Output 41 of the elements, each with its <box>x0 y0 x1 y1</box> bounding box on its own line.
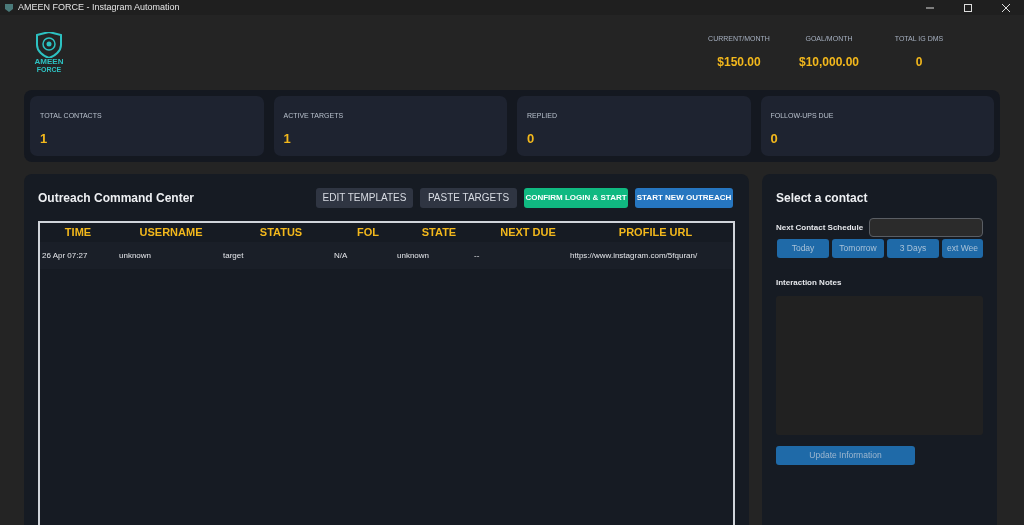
column-header: STATE <box>420 225 458 241</box>
column-header: FOL <box>356 225 380 241</box>
logo-text: AMEEN <box>34 58 64 66</box>
table-cell-text: N/A <box>334 249 349 262</box>
stat-value: $10,000.00 <box>798 53 860 71</box>
toolbar-button[interactable]: START NEW OUTREACH <box>635 187 733 208</box>
quick-date-button[interactable]: 3 Days <box>887 239 939 258</box>
table-cell-text: -- <box>474 249 481 262</box>
column-header: NEXT DUE <box>499 225 557 241</box>
card-value: 1 <box>283 129 292 148</box>
column-header: STATUS <box>258 225 304 241</box>
toolbar-button[interactable]: CONFIRM LOGIN & START <box>524 187 628 208</box>
schedule-input-field[interactable] <box>869 218 983 237</box>
close-icon[interactable] <box>1002 3 1010 12</box>
quick-date-button[interactable]: Today <box>777 239 829 258</box>
column-header: PROFILE URL <box>617 225 694 241</box>
toolbar-button[interactable]: EDIT TEMPLATES <box>316 187 413 208</box>
quick-date-button[interactable]: ext Wee <box>942 239 983 258</box>
card-value: 0 <box>770 129 779 148</box>
field-label: Next Contact Schedule <box>776 221 864 234</box>
column-header: TIME <box>63 225 93 241</box>
panel-title: Select a contact <box>776 190 869 207</box>
window-title: AMEEN FORCE - Instagram Automation <box>18 0 180 14</box>
card-value: 0 <box>527 129 536 148</box>
field-label: Interaction Notes <box>776 277 843 289</box>
stat-value: 0 <box>915 53 923 71</box>
table-cell-text: 26 Apr 07:27 <box>41 249 89 262</box>
app-icon <box>4 2 14 13</box>
table-cell-text: unknown <box>119 249 153 262</box>
panel-title: Outreach Command Center <box>38 189 195 207</box>
column-header: USERNAME <box>138 225 204 241</box>
table-cell-text: unknown <box>397 249 431 262</box>
maximize-icon[interactable] <box>964 3 972 12</box>
table-cell-text: target <box>223 249 245 262</box>
card-value: 1 <box>40 129 49 148</box>
quick-date-button[interactable]: Tomorrow <box>832 239 884 258</box>
toolbar-button[interactable]: PASTE TARGETS <box>420 187 517 208</box>
table-row[interactable]: 26 Apr 07:27 unknown target N/A unknown -- https://www.instagram.com/5fquran/ <box>40 242 733 269</box>
stat-value: $150.00 <box>717 53 761 71</box>
table-cell-text: https://www.instagram.com/5fquran/ <box>570 249 699 262</box>
update-button[interactable]: Update Information <box>776 446 915 465</box>
